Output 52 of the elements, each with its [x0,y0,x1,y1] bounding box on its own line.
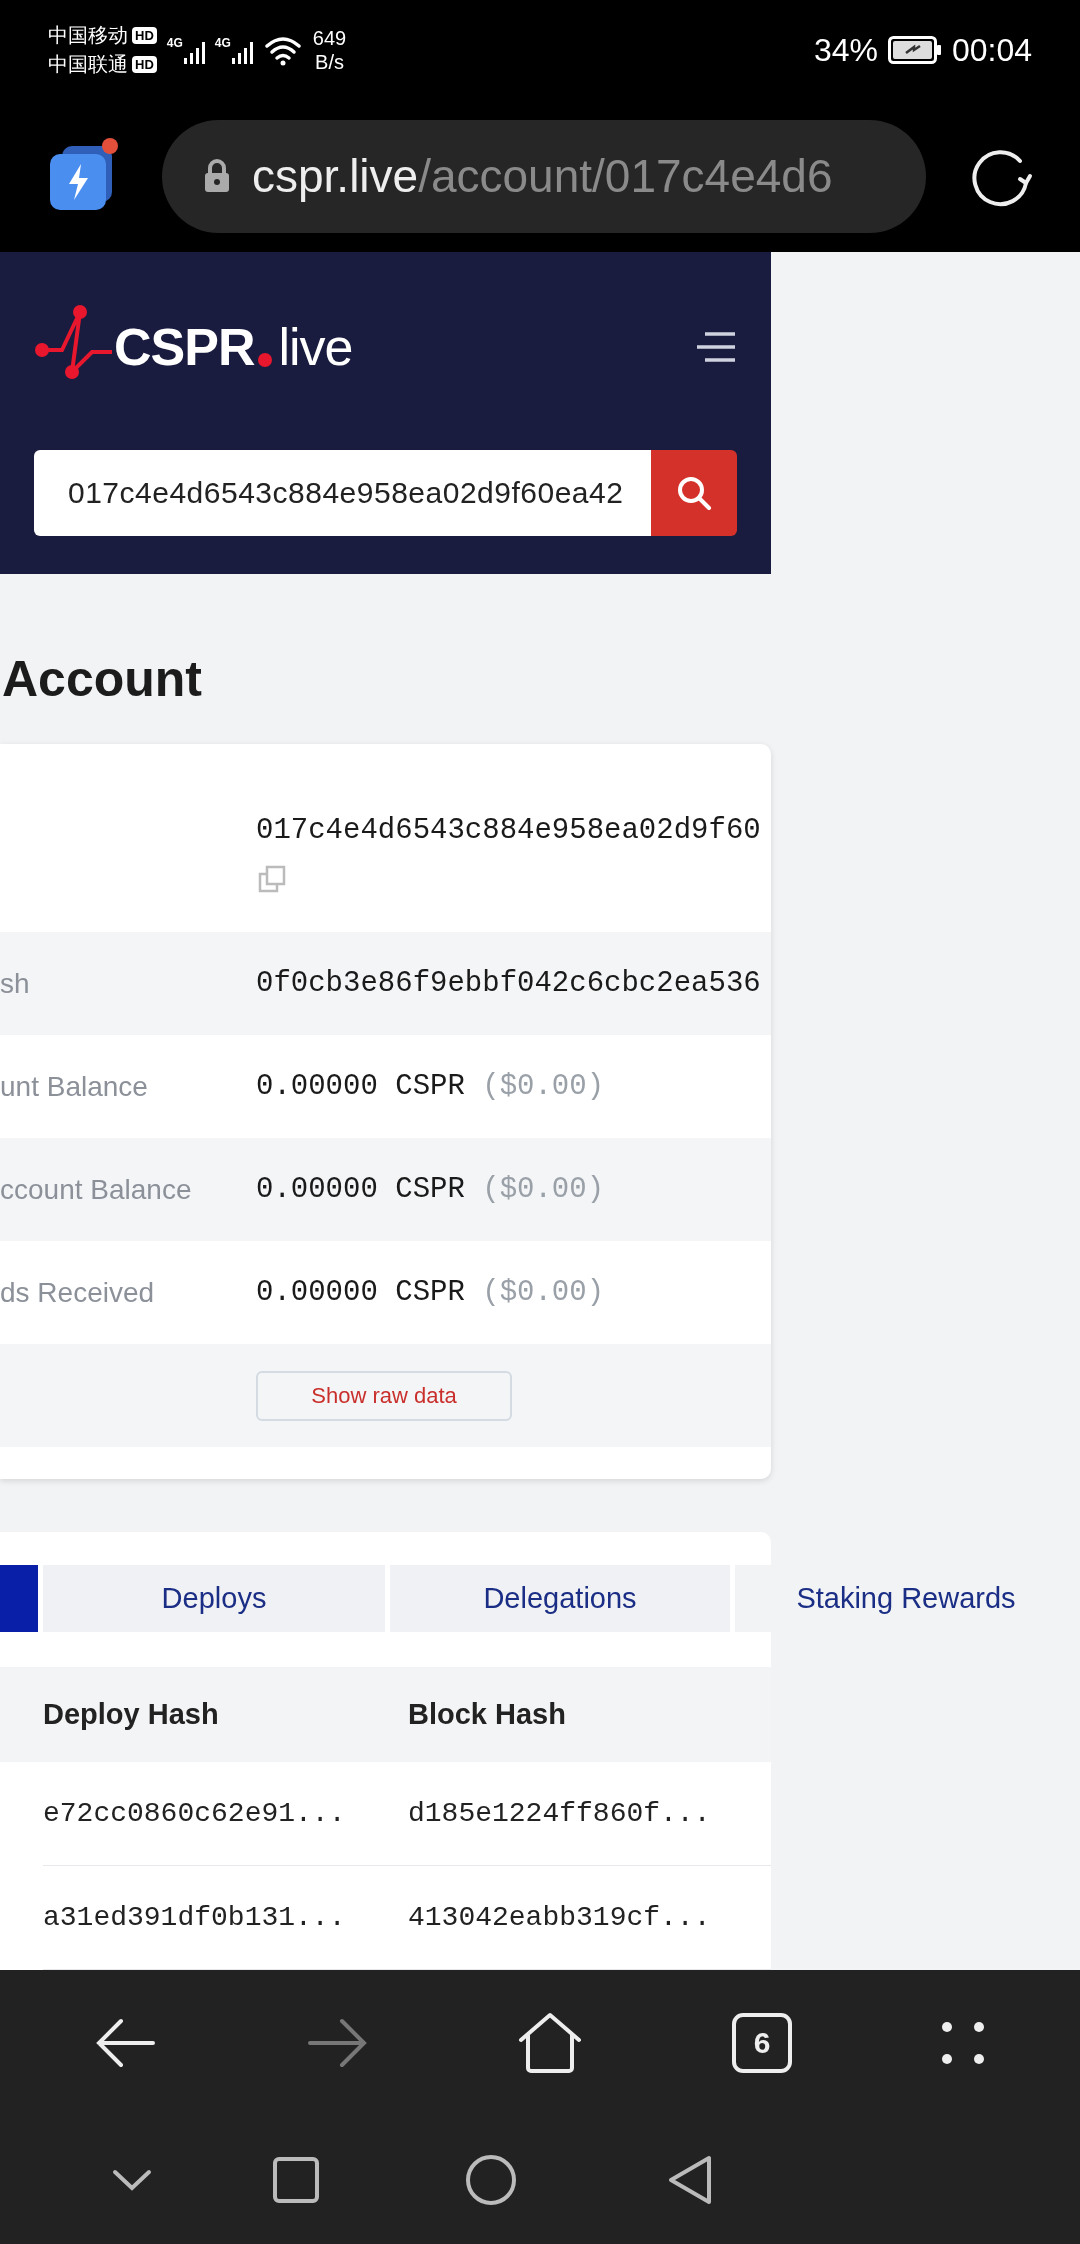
table-cell[interactable]: e72cc0860c62e91... [43,1798,408,1829]
logo-text: CSPR [114,317,255,377]
chevron-down-icon[interactable] [112,2168,152,2192]
back-arrow-icon[interactable] [94,2017,157,2069]
field-label: unt Balance [0,1070,149,1103]
network-speed: 649 [312,26,347,50]
battery-percent: 34% [813,31,878,69]
field-label: sh [0,967,31,1000]
field-value: 0.00000 CSPR ($0.00) [256,1173,605,1206]
tab[interactable]: Deploys [43,1565,385,1632]
speed-unit: B/s [315,50,344,74]
column-header: Block Hash [408,1698,566,1731]
table-cell[interactable]: d185e1224ff860f... [408,1798,711,1829]
url-text[interactable]: cspr.live/account/017c4e4d6 [252,149,833,203]
logo-text: live [278,317,353,377]
carrier-name: 中国移动 [48,23,128,48]
home-icon[interactable] [516,2012,583,2074]
table-cell[interactable]: 413042eabb319cf... [408,1902,711,1933]
battery-icon [887,36,942,64]
page-title: Account [1,650,203,709]
circle-icon[interactable] [465,2154,517,2206]
signal-icon [231,42,253,64]
wifi-icon [262,34,303,66]
tab-count-button[interactable]: 6 [732,2013,793,2073]
search-field[interactable]: 017c4e4d6543c884e958ea02d9f60ea42 [34,450,651,536]
rounded-square-icon [732,2013,793,2073]
carrier-name: 中国联通 [48,52,128,77]
clock: 00:04 [951,31,1032,69]
network-type: 4G [166,36,183,50]
hd-badge: HD [132,56,157,73]
table-cell[interactable]: a31ed391df0b131... [43,1902,408,1933]
search-button[interactable] [651,450,737,536]
field-label: ds Received [0,1276,156,1309]
address-bar[interactable]: cspr.live/account/017c4e4d6 [162,119,926,233]
signal-icon [183,42,205,64]
triangle-back-icon[interactable] [667,2154,713,2206]
field-value: 0f0cb3e86f9ebbf042c6cbc2ea536 [256,967,761,1000]
square-icon[interactable] [272,2156,320,2204]
field-label: ccount Balance [0,1173,193,1206]
column-header: Deploy Hash [42,1698,220,1731]
dot-icon [258,353,273,367]
menu-icon[interactable] [697,330,737,364]
tab[interactable]: Delegations [390,1565,730,1632]
search-icon [676,475,712,511]
show-raw-data-button[interactable]: Show raw data [256,1370,512,1421]
field-value: 0.00000 CSPR ($0.00) [256,1276,605,1309]
network-type: 4G [214,36,231,50]
more-dots-icon[interactable] [941,2021,986,2065]
lock-icon [204,159,230,193]
hd-badge: HD [132,27,157,44]
field-value: 017c4e4d6543c884e958ea02d9f60 [256,814,761,847]
field-value: 0.00000 CSPR ($0.00) [256,1070,605,1103]
